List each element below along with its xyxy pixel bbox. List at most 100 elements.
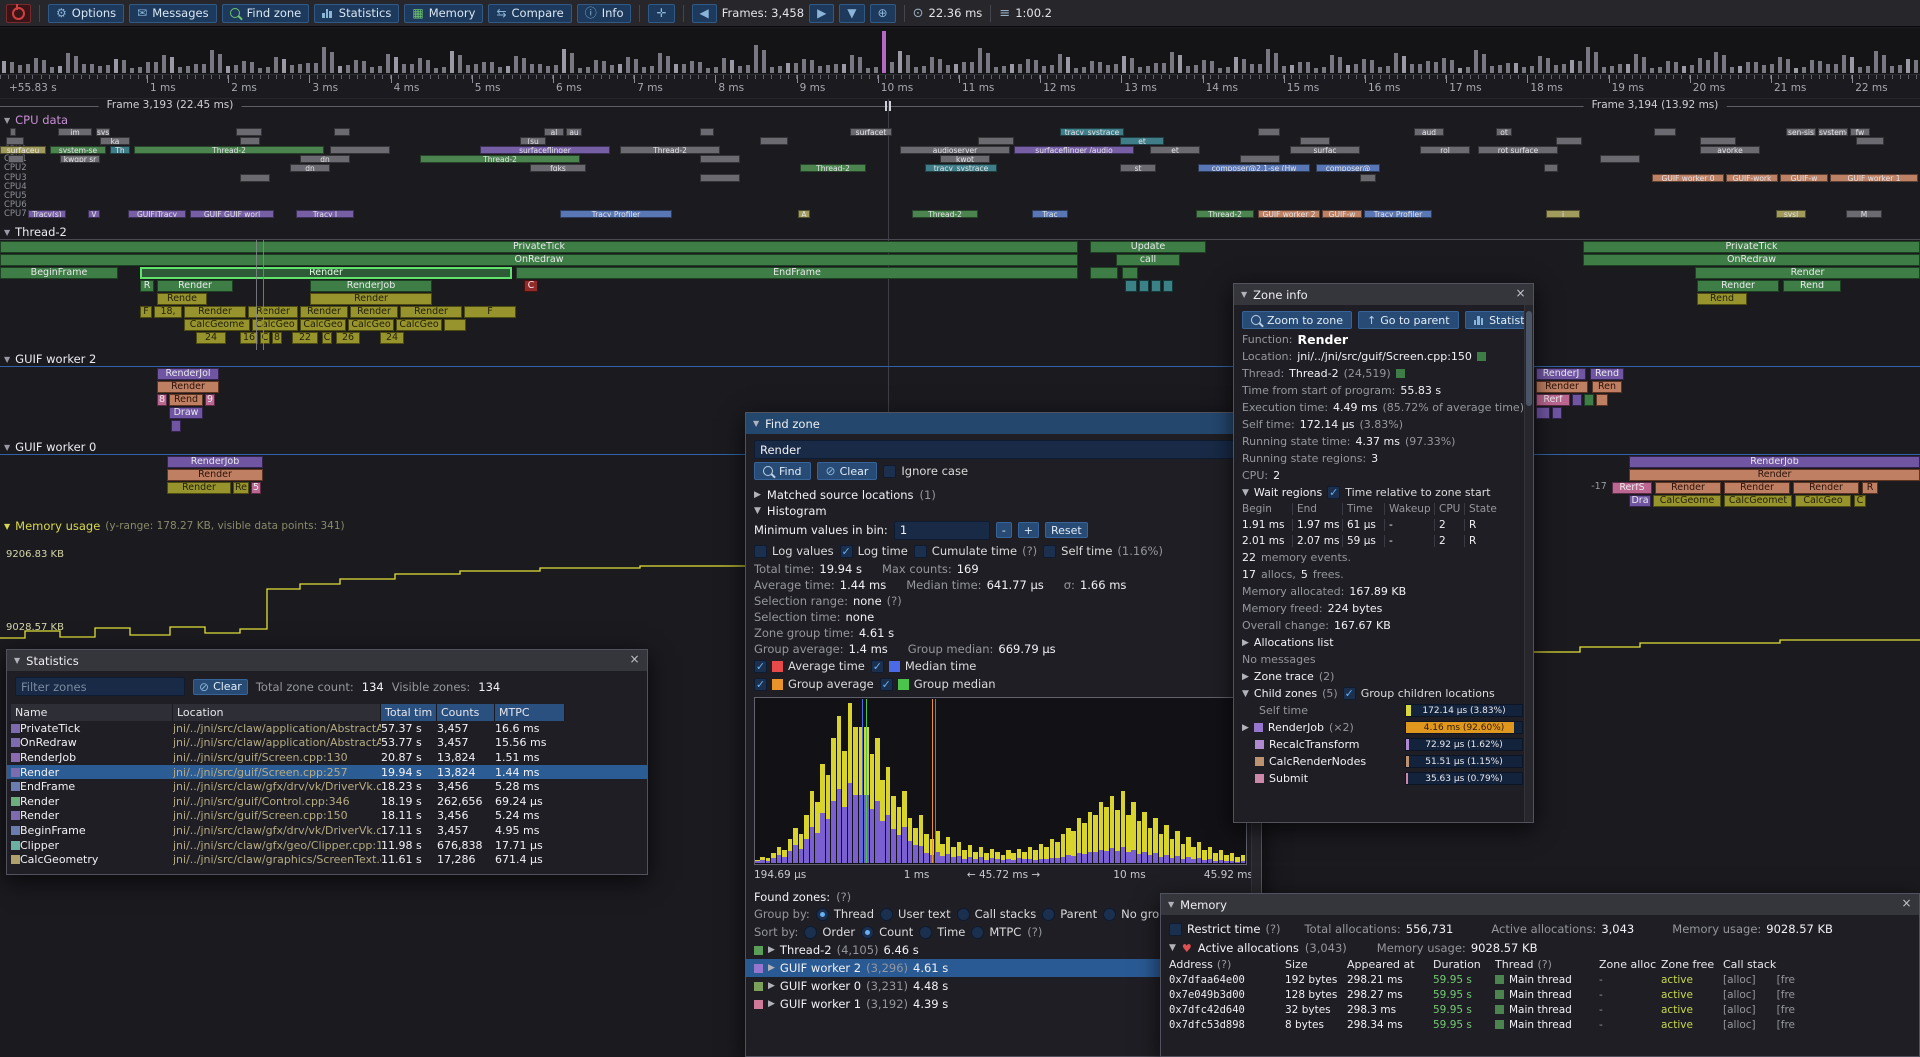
timeline-zone[interactable]: Ren xyxy=(1592,381,1622,393)
cpu-zone[interactable]: aud xyxy=(1414,128,1444,136)
timeline-zone[interactable]: Render xyxy=(1629,469,1920,481)
toolbar-button-find-zone[interactable]: Find zone xyxy=(222,4,310,23)
timeline-zone[interactable]: 9 xyxy=(205,394,215,406)
cpu-zone[interactable] xyxy=(1654,128,1676,136)
cpu-zone[interactable]: M xyxy=(1846,210,1882,218)
cpu-zone[interactable]: Tracy I xyxy=(296,210,354,218)
timeline-zone[interactable]: BeginFrame xyxy=(0,267,118,279)
cpu-zone[interactable] xyxy=(978,137,1014,145)
cpu-zone[interactable]: system-js xyxy=(1818,128,1848,136)
timeline-zone[interactable]: C xyxy=(260,332,270,344)
timeline-zone[interactable]: 18, xyxy=(154,306,182,318)
stats-column-counts[interactable]: Counts xyxy=(437,704,495,721)
timeline-zone[interactable] xyxy=(1163,280,1173,292)
checkbox-log-values[interactable]: Log values xyxy=(754,544,834,558)
cpu-zone[interactable]: tracy_systrace xyxy=(925,164,997,172)
cpu-zone[interactable]: rot surface xyxy=(1478,146,1558,154)
cpu-zone[interactable]: et xyxy=(1150,146,1200,154)
timeline-zone[interactable]: 5 xyxy=(251,482,261,494)
timeline-zone[interactable]: Render xyxy=(140,267,512,279)
timeline-zone[interactable]: CalcGeo xyxy=(396,319,442,331)
decrement-button[interactable]: - xyxy=(996,522,1012,538)
checkbox-time-relative-to-zone-start[interactable]: ✓Time relative to zone start xyxy=(1327,486,1490,499)
memory-column-thread[interactable]: Thread(?) xyxy=(1495,958,1599,971)
timeline-zone[interactable]: Render xyxy=(1536,381,1588,393)
cpu-zone[interactable] xyxy=(1544,164,1558,172)
cpu-zone[interactable] xyxy=(1700,137,1736,145)
timeline-zone[interactable]: F xyxy=(140,306,152,318)
cpu-zone[interactable]: composer@2.1-se (Hw xyxy=(1198,164,1310,172)
collapse-icon[interactable]: ▼ xyxy=(14,656,20,665)
memory-column-appeared-at[interactable]: Appeared at xyxy=(1347,958,1433,971)
timeline-zone[interactable]: Rend xyxy=(1783,280,1841,292)
memory-column-zone-alloc[interactable]: Zone alloc xyxy=(1599,958,1661,971)
min-bin-input[interactable]: 1 xyxy=(894,521,990,540)
close-icon[interactable]: × xyxy=(627,652,642,667)
reset-button[interactable]: Reset xyxy=(1045,522,1088,538)
cpu-zone[interactable]: surfaceflinger xyxy=(480,146,610,154)
thread-header-guif-worker-2[interactable]: ▼GUIF worker 2 xyxy=(4,352,96,366)
checkbox-group-children-locations[interactable]: ✓Group children locations xyxy=(1343,687,1495,700)
timeline-zone[interactable]: OnRedraw xyxy=(1583,254,1920,266)
legend-average-time[interactable]: ✓Average time xyxy=(754,659,865,673)
child-zone-row[interactable]: Submit35.63 µs (0.79%) xyxy=(1234,770,1533,787)
timeline-zone[interactable] xyxy=(1596,394,1608,406)
statistics-titlebar[interactable]: ▼ Statistics × xyxy=(7,650,647,671)
cpu-zone[interactable]: Thread-2 xyxy=(134,146,324,154)
cpu-zone[interactable] xyxy=(1240,155,1280,163)
histogram-header[interactable]: ▼Histogram xyxy=(746,503,1261,519)
zone-trace-row[interactable]: ▶Zone trace(2) xyxy=(1234,668,1533,685)
cpu-zone[interactable]: (su xyxy=(520,137,546,145)
cpu-zone[interactable] xyxy=(236,128,262,136)
table-row[interactable]: Renderjni/../jni/src/guif/Control.cpp:34… xyxy=(7,794,647,809)
cpu-data-header[interactable]: ▼CPU data xyxy=(4,113,68,127)
timeline-zone[interactable]: Render xyxy=(1697,280,1779,292)
radio-user-text[interactable]: User text xyxy=(880,907,951,921)
cpu-zone[interactable]: Thread-2 xyxy=(912,210,978,218)
cpu-zone[interactable]: GUIF worker 2 xyxy=(1258,210,1320,218)
cpu-zone[interactable]: sen-sis xyxy=(1786,128,1816,136)
cpu-zone[interactable]: composer@ xyxy=(1316,164,1380,172)
cpu-zone[interactable]: dn xyxy=(300,155,350,163)
toolbar-button-memory[interactable]: ▦Memory xyxy=(404,4,483,23)
allocation-row[interactable]: 0x7e049b3d00128 bytes298.27 ms59.95 sMai… xyxy=(1161,987,1919,1002)
timeline-zone[interactable] xyxy=(171,420,181,432)
radio-parent[interactable]: Parent xyxy=(1042,907,1097,921)
cpu-zone[interactable] xyxy=(240,174,270,182)
cpu-zone[interactable] xyxy=(1360,174,1376,182)
collapse-icon[interactable]: ▼ xyxy=(753,419,759,428)
cpu-zone[interactable]: A xyxy=(798,210,810,218)
stats-column-mtpc[interactable]: MTPC xyxy=(495,704,565,721)
cpu-zone[interactable]: Trac xyxy=(1032,210,1068,218)
zone-info-button-go-to-parent[interactable]: ↑Go to parent xyxy=(1358,311,1459,329)
timeline-zone[interactable]: Render xyxy=(1695,267,1920,279)
cpu-zone[interactable] xyxy=(1556,137,1582,145)
table-row[interactable]: Renderjni/../jni/src/guif/Screen.cpp:150… xyxy=(7,809,647,824)
table-row[interactable]: RenderJobjni/../jni/src/guif/Screen.cpp:… xyxy=(7,750,647,765)
table-row[interactable]: Renderjni/../jni/src/guif/Screen.cpp:257… xyxy=(7,765,647,780)
child-zone-row[interactable]: CalcRenderNodes51.51 µs (1.15%) xyxy=(1234,753,1533,770)
timeline-zone[interactable]: Render xyxy=(1724,482,1790,494)
cpu-zone[interactable]: st xyxy=(1120,164,1156,172)
cpu-zone[interactable] xyxy=(10,128,16,136)
cpu-zone[interactable] xyxy=(700,155,740,163)
timeline-zone[interactable]: Render xyxy=(157,381,219,393)
cpu-zone[interactable] xyxy=(1600,155,1640,163)
cpu-zone[interactable]: sysl xyxy=(1776,210,1806,218)
cpu-zone[interactable]: Thread-2 xyxy=(1196,210,1254,218)
cpu-zone[interactable]: kwot xyxy=(940,155,990,163)
tools-button[interactable]: ✛ xyxy=(648,4,674,23)
find-zone-histogram[interactable] xyxy=(754,697,1247,865)
cpu-zone[interactable]: V xyxy=(88,210,100,218)
cpu-zone[interactable]: system-se xyxy=(50,146,106,154)
timeline-zone[interactable]: RenderJob xyxy=(167,456,263,468)
cpu-zone[interactable]: ka xyxy=(100,137,130,145)
timeline-zone[interactable]: Render xyxy=(157,280,233,292)
timeline-zone[interactable]: Render xyxy=(1655,482,1721,494)
table-row[interactable]: BeginFramejni/../jni/src/claw/gfx/drv/vk… xyxy=(7,823,647,838)
thread-header-thread-2[interactable]: ▼Thread-2 xyxy=(4,225,67,239)
collapse-icon[interactable]: ▼ xyxy=(1168,900,1174,909)
cpu-zone[interactable] xyxy=(1258,128,1280,136)
table-row[interactable]: EndFramejni/../jni/src/claw/gfx/drv/vk/D… xyxy=(7,779,647,794)
frame-select-button[interactable]: ▼ xyxy=(839,4,864,23)
